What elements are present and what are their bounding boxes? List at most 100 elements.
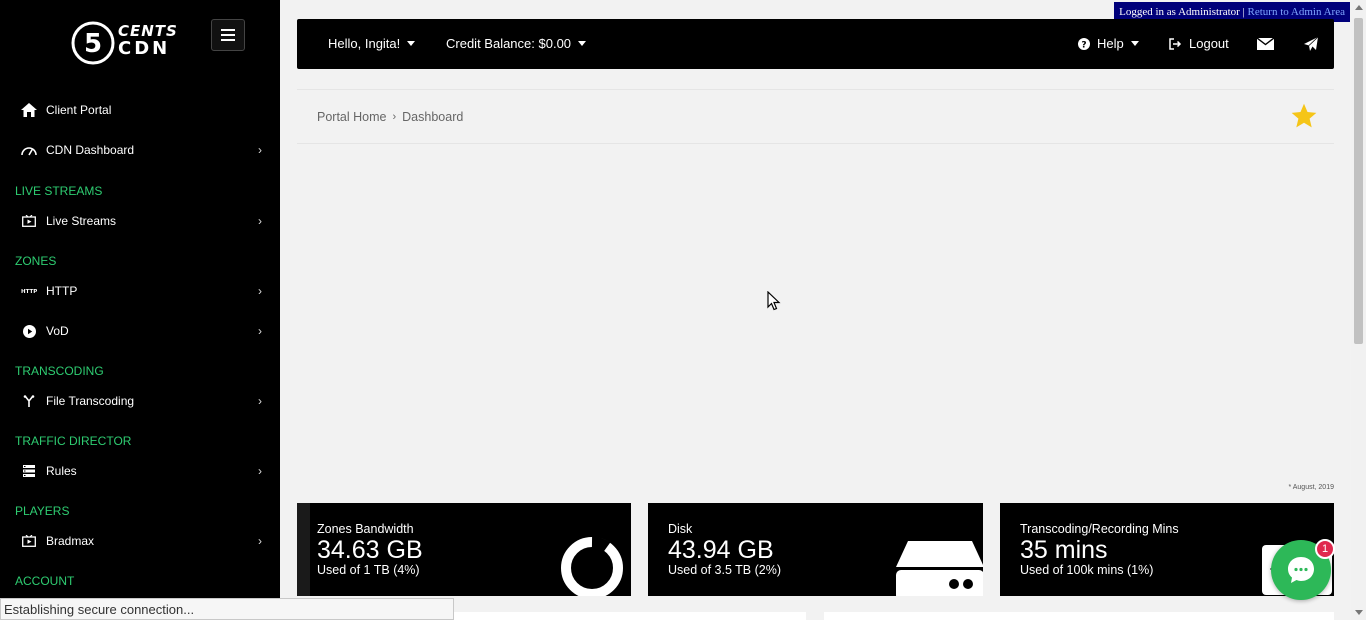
paper-plane-icon xyxy=(1304,37,1318,51)
sidebar-item-label: Bradmax xyxy=(46,534,95,548)
video-play-icon xyxy=(20,215,38,227)
content-panel-left xyxy=(454,612,806,620)
card-value: 34.63 GB xyxy=(317,536,423,564)
favorite-button[interactable] xyxy=(1290,102,1318,135)
breadcrumb: Portal Home › Dashboard xyxy=(317,110,463,124)
sidebar-item-label: VoD xyxy=(46,324,69,338)
caret-down-icon xyxy=(1130,41,1139,46)
breadcrumb-bar: Portal Home › Dashboard xyxy=(297,89,1334,144)
chevron-right-icon: › xyxy=(258,284,262,298)
page-scrollbar[interactable] xyxy=(1351,0,1366,620)
brand-line2: CDN xyxy=(118,38,171,59)
five-cents-logo-icon: 5 xyxy=(71,21,115,65)
send-button[interactable] xyxy=(1304,37,1318,51)
donut-chart-icon xyxy=(561,536,623,596)
http-icon: HTTP xyxy=(20,287,38,295)
card-accent-band xyxy=(297,503,310,596)
help-label: Help xyxy=(1097,36,1124,51)
chevron-right-icon: › xyxy=(258,214,262,228)
content-panel-right xyxy=(824,612,1334,620)
sidebar-item-label: File Transcoding xyxy=(46,394,135,408)
svg-text:?: ? xyxy=(1081,40,1086,50)
sidebar-item-rules[interactable]: Rules › xyxy=(0,455,280,487)
chevron-right-icon: › xyxy=(258,394,262,408)
chevron-right-icon: › xyxy=(258,324,262,338)
section-transcoding: TRANSCODING xyxy=(15,364,104,378)
return-to-admin-link[interactable]: Return to Admin Area xyxy=(1248,6,1345,18)
home-icon xyxy=(20,103,38,117)
logout-button[interactable]: Logout xyxy=(1169,36,1229,51)
logout-label: Logout xyxy=(1189,36,1229,51)
help-dropdown[interactable]: ? Help xyxy=(1078,36,1139,51)
card-subtext: Used of 1 TB (4%) xyxy=(317,563,420,577)
section-players: PLAYERS xyxy=(15,504,70,518)
caret-down-icon xyxy=(407,41,416,46)
sidebar-item-cdn-dashboard[interactable]: CDN Dashboard › xyxy=(0,134,280,166)
chat-bubble-icon xyxy=(1288,557,1314,583)
mouse-cursor-icon xyxy=(767,291,781,311)
scroll-down-arrow-icon[interactable] xyxy=(1355,610,1363,615)
caret-down-icon xyxy=(578,41,587,46)
credit-balance-dropdown[interactable]: Credit Balance: $0.00 xyxy=(446,36,587,51)
question-circle-icon: ? xyxy=(1078,37,1090,50)
section-zones: ZONES xyxy=(15,254,57,268)
chevron-right-icon: › xyxy=(258,143,262,157)
section-traffic-director: TRAFFIC DIRECTOR xyxy=(15,434,132,448)
breadcrumb-current: Dashboard xyxy=(402,110,464,124)
breadcrumb-home-link[interactable]: Portal Home xyxy=(317,110,386,124)
sidebar-item-live-streams[interactable]: Live Streams › xyxy=(0,205,280,237)
sidebar-item-label: Rules xyxy=(46,464,77,478)
sidebar-item-label: HTTP xyxy=(46,284,78,298)
card-title: Transcoding/Recording Mins xyxy=(1020,522,1179,536)
menu-toggle-button[interactable] xyxy=(211,19,245,51)
zones-bandwidth-card: Zones Bandwidth 34.63 GB Used of 1 TB (4… xyxy=(297,503,631,596)
sidebar-item-http[interactable]: HTTP HTTP › xyxy=(0,275,280,307)
svg-text:HTTP: HTTP xyxy=(21,289,37,295)
logout-icon xyxy=(1169,37,1182,50)
sidebar-item-file-transcoding[interactable]: File Transcoding › xyxy=(0,385,280,417)
sidebar-item-client-portal[interactable]: Client Portal xyxy=(0,94,280,126)
scroll-up-arrow-icon[interactable] xyxy=(1355,5,1363,10)
gauge-icon xyxy=(20,144,38,156)
hard-drive-icon xyxy=(896,541,983,596)
server-list-icon xyxy=(20,465,38,477)
brand-logo[interactable]: 5 CENTS CDN xyxy=(70,18,180,66)
top-navbar: Hello, Ingita! Credit Balance: $0.00 ? H… xyxy=(297,19,1334,69)
card-title: Disk xyxy=(668,522,693,536)
section-account: ACCOUNT xyxy=(15,574,75,588)
play-circle-icon xyxy=(20,324,38,338)
sidebar-item-label: CDN Dashboard xyxy=(46,143,135,157)
sidebar-item-vod[interactable]: VoD › xyxy=(0,315,280,347)
scrollbar-thumb[interactable] xyxy=(1354,18,1363,344)
sidebar-item-bradmax[interactable]: Bradmax › xyxy=(0,525,280,557)
card-subtext: Used of 100k mins (1%) xyxy=(1020,563,1154,577)
data-period-note: * August, 2019 xyxy=(1288,484,1334,491)
card-value: 35 mins xyxy=(1020,536,1108,564)
chevron-right-icon: › xyxy=(392,111,397,123)
greeting-text: Hello, Ingita! xyxy=(328,36,401,51)
chevron-right-icon: › xyxy=(258,534,262,548)
card-value: 43.94 GB xyxy=(668,536,774,564)
admin-bar-separator: | xyxy=(1239,6,1248,18)
section-live-streams: LIVE STREAMS xyxy=(15,184,103,198)
envelope-icon xyxy=(1257,38,1274,50)
brand-text: CENTS CDN xyxy=(118,22,178,58)
disk-card: Disk 43.94 GB Used of 3.5 TB (2%) xyxy=(648,503,983,596)
chat-notification-badge: 1 xyxy=(1315,539,1335,559)
browser-status-bar: Establishing secure connection... xyxy=(0,598,454,620)
user-menu-dropdown[interactable]: Hello, Ingita! xyxy=(328,36,416,51)
credit-balance-text: Credit Balance: $0.00 xyxy=(446,36,572,51)
sidebar-item-label: Live Streams xyxy=(46,214,117,228)
sidebar: 5 CENTS CDN Client Portal CDN Dashboard … xyxy=(0,0,280,620)
chevron-right-icon: › xyxy=(258,464,262,478)
video-play-icon xyxy=(20,535,38,547)
card-title: Zones Bandwidth xyxy=(317,522,414,536)
svg-text:5: 5 xyxy=(84,29,102,59)
fork-icon xyxy=(20,394,38,408)
messages-button[interactable] xyxy=(1257,38,1274,50)
sidebar-item-label: Client Portal xyxy=(46,103,112,117)
admin-status-text: Logged in as Administrator xyxy=(1119,6,1240,18)
card-subtext: Used of 3.5 TB (2%) xyxy=(668,563,782,577)
hamburger-icon xyxy=(221,29,235,41)
star-icon xyxy=(1291,103,1317,128)
